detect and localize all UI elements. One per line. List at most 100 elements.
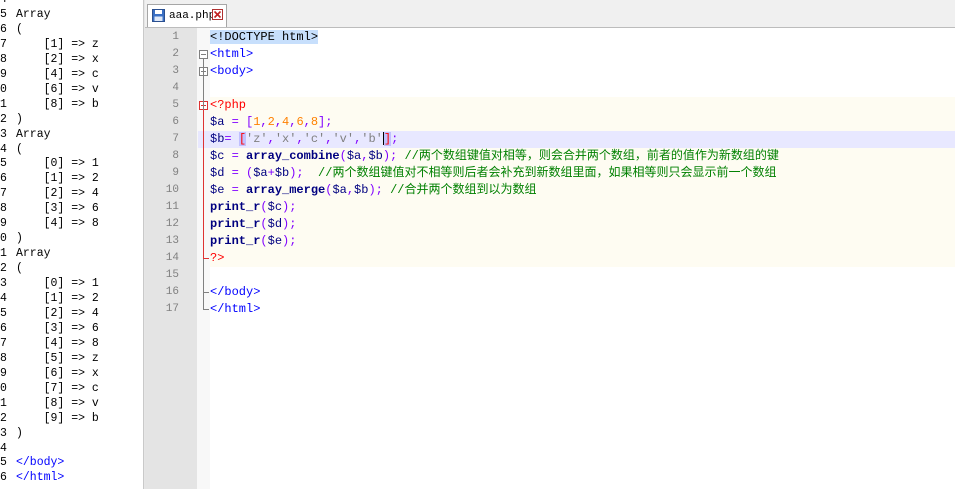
code-token: = (231, 183, 239, 197)
code-token: ); (282, 234, 297, 248)
line-number: 15 (165, 269, 179, 281)
code-token: <html> (210, 47, 254, 61)
output-line-number: 6 (0, 172, 7, 186)
code-line[interactable]: 5 <?php (145, 97, 955, 114)
tab-aaa-php[interactable]: aaa.php (147, 4, 227, 27)
code-text: </body> (210, 284, 260, 301)
code-line[interactable]: 6 $a = [1,2,4,6,8]; (145, 114, 955, 131)
code-line[interactable]: 3 <body> (145, 63, 955, 80)
code-token: //两个数组键值对不相等则后者会补充到新数组里面，如果相等则只会显示前一个数组 (318, 166, 777, 180)
code-line[interactable]: 17 </html> (145, 301, 955, 318)
code-token: <!DOCTYPE html> (210, 30, 319, 44)
code-line[interactable]: 11 print_r($c); (145, 199, 955, 216)
output-line-number: 9 (0, 217, 7, 231)
output-line-text: ( (16, 262, 23, 276)
line-number: 13 (165, 235, 179, 247)
code-token: , (267, 132, 275, 146)
output-pane[interactable]: 45Array6(7 [1] => z8 [2] => x9 [4] => c0… (0, 0, 143, 489)
output-line-number: 1 (0, 247, 7, 261)
close-icon[interactable] (212, 9, 223, 20)
output-line-text: [1] => z (16, 37, 99, 51)
output-line-text: Array (16, 7, 51, 21)
output-line-number: 3 (0, 277, 7, 291)
output-line-number: 6 (0, 321, 7, 335)
output-line-text: [2] => x (16, 52, 99, 66)
code-token: $d (210, 166, 225, 180)
output-line-text: [4] => c (16, 67, 99, 81)
code-token: //两个数组键值对相等，则会合并两个数组，前者的值作为新数组的键 (404, 149, 779, 163)
output-line-number: 9 (0, 366, 7, 380)
code-token: print_r (210, 234, 261, 248)
code-token: ); (368, 183, 383, 197)
line-number: 4 (172, 82, 179, 94)
code-token: $c (267, 200, 283, 214)
output-line-number: 3 (0, 426, 7, 440)
line-number: 17 (165, 303, 179, 315)
output-line-number: 4 (0, 292, 7, 305)
code-token: , (260, 115, 268, 129)
output-line-text: [1] => 2 (16, 292, 99, 305)
code-line[interactable]: 10 $e = array_merge($a,$b); //合并两个数组到以为数组 (145, 182, 955, 199)
output-line-number: 5 (0, 456, 7, 470)
code-line[interactable]: 7 $b= ['z','x','c','v','b']; (145, 131, 955, 148)
fold-toggle[interactable] (199, 50, 208, 59)
output-line-text: [3] => 6 (16, 321, 99, 335)
code-text: <html> (210, 46, 253, 63)
code-token: 'v' (332, 132, 355, 146)
output-line-text: [5] => z (16, 351, 99, 365)
output-line-text: ) (16, 426, 23, 440)
output-line-number: 9 (0, 67, 7, 81)
code-area[interactable]: 1 <!DOCTYPE html> 2 <html> 3 <body> 4 5 <?php 6 $a… (145, 28, 955, 489)
output-line-text: [6] => x (16, 366, 99, 380)
code-token: ]; (318, 115, 333, 129)
code-token: ?> (210, 251, 225, 265)
code-text: $e = array_merge($a,$b); //合并两个数组到以为数组 (210, 182, 536, 199)
line-number: 9 (172, 167, 179, 179)
output-line-text: </html> (16, 471, 65, 485)
code-token: $b (368, 149, 383, 163)
code-token: + (267, 166, 275, 180)
code-text: </html> (210, 301, 260, 318)
line-number: 3 (172, 65, 179, 77)
code-line[interactable]: 12 print_r($d); (145, 216, 955, 233)
output-line-number: 0 (0, 82, 7, 96)
code-line[interactable]: 9 $d = ($a+$b); //两个数组键值对不相等则后者会补充到新数组里面，… (145, 165, 955, 182)
code-line[interactable]: 8 $c = array_combine($a,$b); //两个数组键值对相等，… (145, 148, 955, 165)
code-token: ] (383, 132, 392, 146)
output-line-number: 7 (0, 187, 7, 201)
output-line-text: [4] => 8 (16, 217, 99, 231)
output-line-text: Array (16, 247, 51, 261)
code-line[interactable]: 15 (145, 267, 955, 284)
code-line[interactable]: 2 <html> (145, 46, 955, 63)
code-token: $b (354, 183, 369, 197)
code-editor[interactable]: aaa.php 1 <!DOCTYPE html> 2 <html> 3 <body> 4 5… (145, 0, 955, 489)
code-text: $a = [1,2,4,6,8]; (210, 114, 332, 131)
line-number: 10 (165, 184, 179, 196)
line-number: 7 (172, 133, 179, 145)
code-token: 'z' (246, 132, 268, 146)
code-line[interactable]: 14 ?> (145, 250, 955, 267)
code-token: print_r (210, 217, 261, 231)
code-line[interactable]: 1 <!DOCTYPE html> (145, 29, 955, 46)
code-token: //合并两个数组到以为数组 (390, 183, 537, 197)
code-line[interactable]: 16 </body> (145, 284, 955, 301)
fold-end (203, 258, 209, 259)
code-token: ( (260, 217, 268, 231)
output-line-number: 1 (0, 396, 7, 410)
output-line-text: ) (16, 112, 23, 126)
code-token: <?php (210, 98, 247, 112)
code-line[interactable]: 13 print_r($e); (145, 233, 955, 250)
code-token: 6 (296, 115, 304, 129)
code-line[interactable]: 4 (145, 80, 955, 97)
output-line-number: 2 (0, 262, 7, 276)
line-number: 6 (172, 116, 179, 128)
code-text: print_r($e); (210, 233, 296, 250)
output-line-text: ( (16, 22, 23, 36)
